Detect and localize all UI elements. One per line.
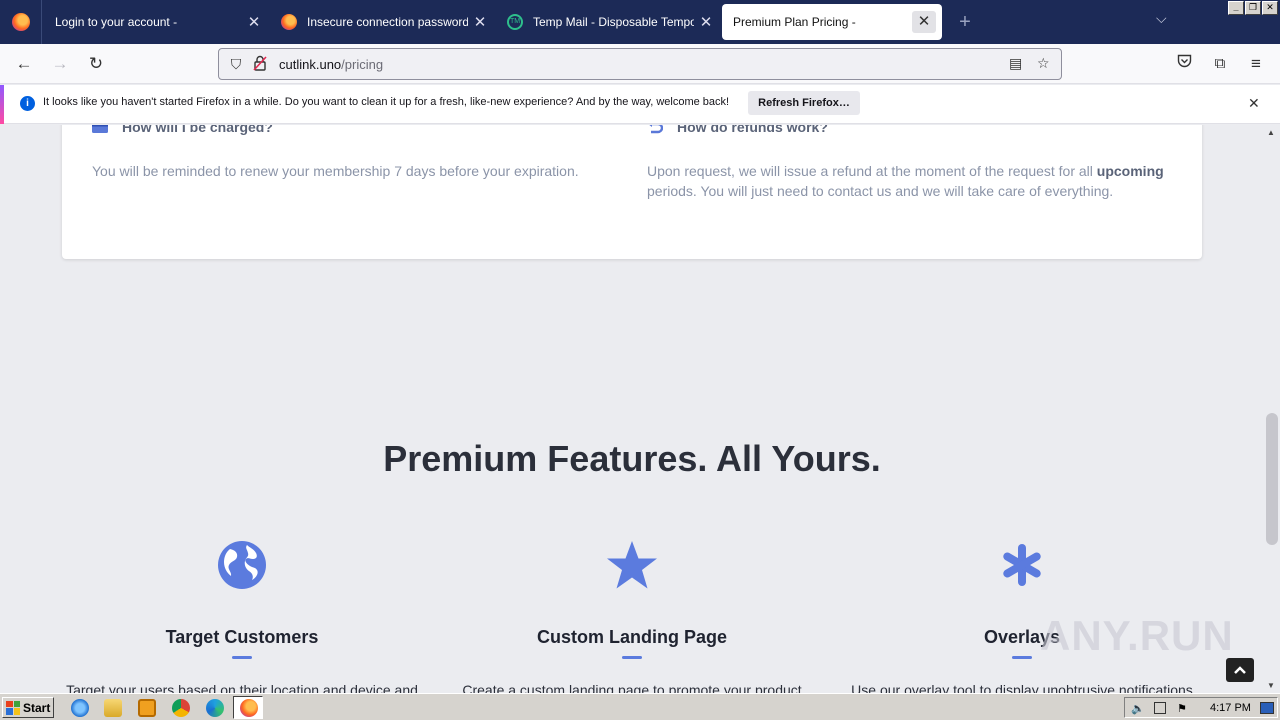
tab-temp-mail[interactable]: TM Temp Mail - Disposable Temporary Emai… [496, 4, 718, 40]
folder-icon[interactable] [104, 699, 122, 717]
windows-logo-icon [6, 700, 20, 715]
navigation-bar: ← → ↻ ⛉ cutlink.uno/pricing ▤ ☆ ⧉ ≡ [0, 44, 1280, 84]
faq-answer-text: periods. You will just need to contact u… [647, 183, 1114, 199]
asterisk-icon [832, 537, 1212, 593]
firefox-icon [11, 13, 30, 31]
faq-question: How will I be charged? [92, 125, 273, 135]
taskbar: Start 🔈 ⚑ 4:17 PM [0, 693, 1280, 720]
url-path: /pricing [341, 56, 384, 72]
new-tab-button[interactable]: + [952, 9, 978, 35]
network-icon[interactable] [1154, 702, 1166, 714]
tab-title: Login to your account - [55, 15, 178, 29]
scroll-thumb[interactable] [1266, 413, 1278, 545]
faq-question: How do refunds work? [647, 125, 828, 135]
feature-title: Custom Landing Page [536, 627, 727, 647]
notification-bar: i It looks like you haven't started Fire… [0, 85, 1280, 124]
tab-strip: Login to your account - ✕ Insecure conne… [0, 0, 1280, 44]
close-icon[interactable]: ✕ [912, 11, 936, 33]
insecure-lock-icon[interactable] [249, 55, 271, 74]
notification-message: It looks like you haven't started Firefo… [43, 96, 730, 108]
system-tray: 🔈 ⚑ 4:17 PM [1124, 697, 1278, 718]
reader-view-icon[interactable]: ▤ [1009, 55, 1022, 72]
faq-card: How will I be charged? You will be remin… [62, 125, 1202, 259]
volume-icon[interactable]: 🔈 [1131, 702, 1145, 715]
close-window-icon[interactable]: ✕ [1262, 1, 1278, 15]
credit-card-icon [92, 125, 108, 133]
scroll-up-icon[interactable]: ▲ [1267, 128, 1275, 137]
faq-question-text: How do refunds work? [677, 125, 828, 135]
watermark: ANY.RUN [1040, 612, 1234, 659]
reload-icon[interactable]: ↻ [84, 52, 108, 76]
feature-description: Create a custom landing page to promote … [462, 682, 802, 693]
star-icon [442, 537, 822, 593]
chevron-down-icon[interactable]: ⌵ [1156, 10, 1167, 27]
minimize-icon[interactable]: _ [1228, 1, 1244, 15]
clock: 4:17 PM [1210, 702, 1251, 714]
close-icon[interactable]: ✕ [694, 13, 718, 31]
pocket-icon[interactable] [1172, 52, 1196, 76]
hamburger-menu-icon[interactable]: ≡ [1244, 52, 1268, 76]
faq-answer-text: Upon request, we will issue a refund at … [647, 163, 1097, 179]
close-icon[interactable]: ✕ [242, 13, 266, 31]
tab-title: Temp Mail - Disposable Temporary Email [533, 15, 694, 29]
start-button[interactable]: Start [2, 697, 54, 718]
tab-title: Insecure connection password warning [307, 15, 468, 29]
feature-divider [1012, 656, 1032, 659]
faq-question-text: How will I be charged? [122, 125, 273, 135]
edge-icon[interactable] [206, 699, 224, 717]
chrome-icon[interactable] [172, 699, 190, 717]
feature-description: Target your users based on their locatio… [66, 682, 418, 693]
shield-icon[interactable]: ⛉ [225, 56, 247, 73]
tab-title: Premium Plan Pricing - [733, 15, 856, 29]
feature-custom-landing-page: Custom Landing Page Create a custom land… [442, 537, 822, 693]
notification-accent [0, 85, 4, 124]
firefox-view-button[interactable] [0, 0, 42, 44]
firefox-icon [281, 14, 297, 30]
page-scrollbar[interactable]: ▲ ▼ [1264, 125, 1280, 693]
feature-title: Target Customers [165, 627, 319, 647]
scroll-to-top-button[interactable] [1226, 658, 1254, 682]
tab-insecure-connection[interactable]: Insecure connection password warning ✕ [270, 4, 492, 40]
extensions-icon[interactable]: ⧉ [1208, 52, 1232, 76]
url-bar[interactable]: ⛉ cutlink.uno/pricing ▤ ☆ [218, 48, 1062, 80]
url-host: cutlink.uno [279, 56, 342, 72]
forward-icon[interactable]: → [48, 52, 72, 76]
faq-answer: Upon request, we will issue a refund at … [647, 161, 1177, 201]
media-player-icon[interactable] [138, 699, 156, 717]
tab-login[interactable]: Login to your account - ✕ [44, 4, 266, 40]
firefox-icon [240, 699, 258, 717]
faq-answer-text: You will be reminded to renew your membe… [92, 163, 579, 179]
start-label: Start [23, 700, 51, 715]
tab-premium-pricing[interactable]: Premium Plan Pricing - ✕ [722, 4, 942, 40]
info-icon: i [20, 96, 35, 111]
action-center-flag-icon[interactable]: ⚑ [1177, 702, 1189, 715]
features-title: Premium Features. All Yours. [383, 438, 881, 479]
feature-description: Use our overlay tool to display unobtrus… [851, 682, 1193, 693]
feature-divider [232, 656, 252, 659]
globe-icon [52, 537, 432, 593]
close-icon[interactable]: ✕ [468, 13, 492, 31]
feature-divider [622, 656, 642, 659]
faq-answer-bold: upcoming [1096, 163, 1164, 179]
internet-explorer-icon[interactable] [71, 699, 89, 717]
restore-icon[interactable]: ❐ [1245, 1, 1261, 15]
window-controls: _ ❐ ✕ [1228, 1, 1278, 15]
tempmail-icon: TM [507, 14, 523, 30]
feature-target-customers: Target Customers Target your users based… [52, 537, 432, 693]
refresh-firefox-button[interactable]: Refresh Firefox… [748, 91, 860, 115]
page-content: How will I be charged? You will be remin… [0, 125, 1264, 693]
scroll-down-icon[interactable]: ▼ [1267, 681, 1275, 690]
bookmark-star-icon[interactable]: ☆ [1037, 55, 1050, 72]
url-text[interactable]: cutlink.uno/pricing [279, 57, 383, 72]
show-desktop-icon[interactable] [1260, 702, 1274, 714]
taskbar-firefox-button[interactable] [233, 696, 263, 719]
faq-answer: You will be reminded to renew your membe… [92, 161, 612, 181]
close-icon[interactable]: ✕ [1248, 95, 1260, 112]
refund-icon [647, 125, 664, 134]
back-icon[interactable]: ← [12, 52, 36, 76]
